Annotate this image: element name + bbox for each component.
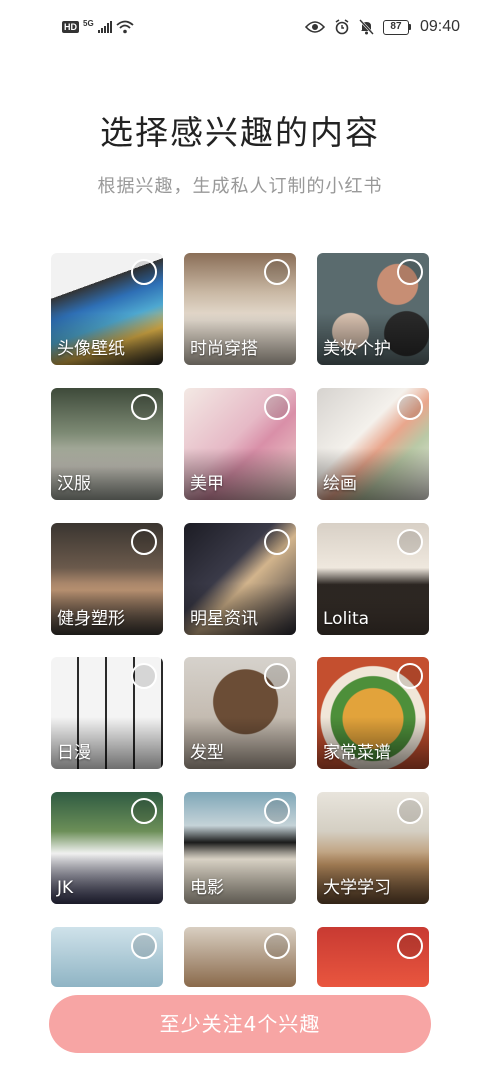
interest-label: JK bbox=[57, 878, 74, 898]
select-circle-icon[interactable] bbox=[131, 663, 157, 689]
select-circle-icon[interactable] bbox=[397, 259, 423, 285]
interest-label: 明星资讯 bbox=[190, 609, 258, 629]
interest-label: 发型 bbox=[190, 743, 224, 763]
select-circle-icon[interactable] bbox=[264, 933, 290, 959]
select-circle-icon[interactable] bbox=[397, 663, 423, 689]
interest-label: 时尚穿搭 bbox=[190, 339, 258, 359]
interest-label: 汉服 bbox=[57, 474, 91, 494]
interest-tile-hairstyle[interactable]: 发型 bbox=[184, 657, 296, 769]
interest-label: 大学学习 bbox=[323, 878, 391, 898]
interest-label: 家常菜谱 bbox=[323, 743, 391, 763]
interest-label: Lolita bbox=[323, 609, 370, 629]
interest-label: 电影 bbox=[190, 878, 224, 898]
select-circle-icon[interactable] bbox=[264, 663, 290, 689]
interest-tile-jk[interactable]: JK bbox=[51, 792, 163, 904]
select-circle-icon[interactable] bbox=[131, 933, 157, 959]
select-circle-icon[interactable] bbox=[131, 529, 157, 555]
select-circle-icon[interactable] bbox=[397, 394, 423, 420]
select-circle-icon[interactable] bbox=[131, 798, 157, 824]
interest-label: 日漫 bbox=[57, 743, 91, 763]
interest-tile-partial[interactable] bbox=[184, 927, 296, 987]
select-circle-icon[interactable] bbox=[264, 259, 290, 285]
interest-label: 美甲 bbox=[190, 474, 224, 494]
interest-tile-lolita[interactable]: Lolita bbox=[317, 523, 429, 635]
follow-interests-button[interactable]: 至少关注4个兴趣 bbox=[49, 995, 431, 1053]
select-circle-icon[interactable] bbox=[397, 798, 423, 824]
select-circle-icon[interactable] bbox=[397, 933, 423, 959]
select-circle-icon[interactable] bbox=[131, 394, 157, 420]
interest-tile-nail[interactable]: 美甲 bbox=[184, 388, 296, 500]
interest-tile-fashion[interactable]: 时尚穿搭 bbox=[184, 253, 296, 365]
select-circle-icon[interactable] bbox=[131, 259, 157, 285]
select-circle-icon[interactable] bbox=[264, 798, 290, 824]
interest-tile-college[interactable]: 大学学习 bbox=[317, 792, 429, 904]
interest-tile-recipes[interactable]: 家常菜谱 bbox=[317, 657, 429, 769]
select-circle-icon[interactable] bbox=[397, 529, 423, 555]
interest-label: 头像壁纸 bbox=[57, 339, 125, 359]
interest-label: 美妆个护 bbox=[323, 339, 391, 359]
interest-tile-wallpaper[interactable]: 头像壁纸 bbox=[51, 253, 163, 365]
interest-tile-painting[interactable]: 绘画 bbox=[317, 388, 429, 500]
interest-tile-manga[interactable]: 日漫 bbox=[51, 657, 163, 769]
interest-grid: 头像壁纸 时尚穿搭 美妆个护 汉服 美甲 绘画 健身塑形 明星资讯 Lolita… bbox=[0, 0, 480, 1067]
interest-label: 健身塑形 bbox=[57, 609, 125, 629]
select-circle-icon[interactable] bbox=[264, 529, 290, 555]
interest-tile-fitness[interactable]: 健身塑形 bbox=[51, 523, 163, 635]
interest-label: 绘画 bbox=[323, 474, 357, 494]
interest-tile-partial[interactable] bbox=[51, 927, 163, 987]
select-circle-icon[interactable] bbox=[264, 394, 290, 420]
interest-tile-partial[interactable] bbox=[317, 927, 429, 987]
interest-tile-movie[interactable]: 电影 bbox=[184, 792, 296, 904]
interest-tile-hanfu[interactable]: 汉服 bbox=[51, 388, 163, 500]
interest-tile-celebrity[interactable]: 明星资讯 bbox=[184, 523, 296, 635]
interest-tile-makeup[interactable]: 美妆个护 bbox=[317, 253, 429, 365]
